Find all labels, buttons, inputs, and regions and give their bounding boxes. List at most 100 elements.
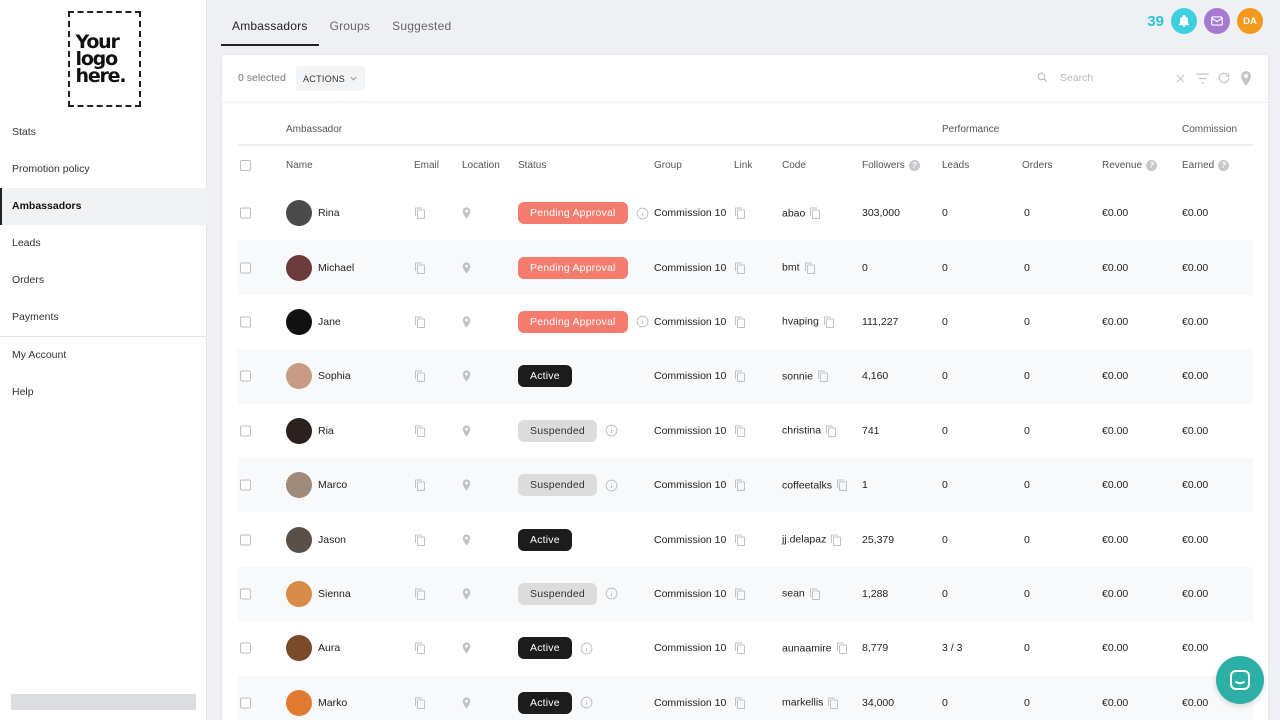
status-info-button[interactable]	[636, 315, 649, 328]
help-icon[interactable]: ?	[1218, 160, 1230, 171]
copy-email-button[interactable]	[414, 370, 426, 383]
copy-email-button[interactable]	[414, 642, 426, 655]
row-checkbox[interactable]	[240, 207, 251, 219]
copy-link-button[interactable]	[734, 261, 746, 274]
avatar[interactable]	[286, 526, 312, 553]
location-button[interactable]	[462, 642, 471, 654]
help-icon[interactable]: ?	[908, 160, 920, 171]
avatar[interactable]	[286, 363, 312, 390]
location-button[interactable]	[462, 316, 471, 328]
copy-code-button[interactable]	[830, 533, 842, 546]
sidebar-item-stats[interactable]: Stats	[0, 114, 207, 151]
location-button[interactable]	[462, 207, 471, 219]
row-checkbox[interactable]	[240, 534, 251, 546]
table-row[interactable]: Marko Active Commission 10 markellis 34,…	[238, 675, 1253, 720]
col-orders[interactable]: Orders	[1022, 160, 1053, 171]
sidebar-item-ambassadors[interactable]: Ambassadors	[0, 188, 207, 225]
location-button[interactable]	[462, 479, 471, 491]
ambassador-name[interactable]: Marco	[318, 479, 347, 491]
status-info-button[interactable]	[580, 696, 593, 709]
status-badge[interactable]: Active	[518, 365, 572, 388]
col-name[interactable]: Name	[286, 160, 313, 171]
location-button[interactable]	[462, 261, 471, 274]
help-icon[interactable]: ?	[1146, 160, 1158, 171]
row-checkbox[interactable]	[240, 588, 251, 600]
table-row[interactable]: Ria Suspended Commission 10 christina 74…	[238, 404, 1253, 458]
table-row[interactable]: Rina Pending Approval Commission 10 abao…	[238, 186, 1253, 240]
copy-code-button[interactable]	[825, 424, 837, 437]
sidebar-item-orders[interactable]: Orders	[0, 262, 207, 299]
col-revenue[interactable]: Revenue?	[1102, 160, 1158, 171]
notifications-button[interactable]	[1171, 8, 1197, 34]
location-button[interactable]	[462, 697, 471, 709]
refresh-button[interactable]	[1216, 70, 1232, 86]
copy-email-button[interactable]	[414, 315, 426, 328]
row-checkbox[interactable]	[240, 642, 251, 654]
copy-email-button[interactable]	[414, 479, 426, 492]
copy-code-button[interactable]	[809, 207, 821, 220]
copy-email-button[interactable]	[414, 261, 426, 274]
row-checkbox[interactable]	[240, 425, 251, 437]
copy-link-button[interactable]	[734, 587, 746, 600]
location-filter-button[interactable]	[1238, 70, 1254, 86]
copy-code-button[interactable]	[836, 642, 848, 655]
status-badge[interactable]: Active	[518, 637, 572, 660]
copy-link-button[interactable]	[734, 207, 746, 220]
avatar[interactable]	[286, 254, 312, 281]
ambassador-name[interactable]: Jane	[318, 316, 341, 328]
ambassador-name[interactable]: Michael	[318, 262, 354, 274]
copy-email-button[interactable]	[414, 533, 426, 546]
col-location[interactable]: Location	[462, 160, 500, 171]
actions-dropdown[interactable]: ACTIONS	[296, 66, 366, 91]
copy-link-button[interactable]	[734, 370, 746, 383]
status-badge[interactable]: Suspended	[518, 582, 597, 605]
ambassador-name[interactable]: Marko	[318, 697, 347, 709]
status-info-button[interactable]	[636, 207, 649, 220]
avatar[interactable]	[286, 472, 312, 499]
col-status[interactable]: Status	[518, 160, 546, 171]
status-info-button[interactable]	[605, 424, 618, 437]
location-button[interactable]	[462, 588, 471, 600]
col-group[interactable]: Group	[654, 160, 682, 171]
status-info-button[interactable]	[605, 587, 618, 600]
location-button[interactable]	[462, 370, 471, 382]
status-info-button[interactable]	[605, 479, 618, 492]
ambassador-name[interactable]: Sienna	[318, 588, 351, 600]
chat-button[interactable]	[1216, 656, 1264, 704]
ambassador-name[interactable]: Ria	[318, 425, 334, 437]
col-email[interactable]: Email	[414, 160, 439, 171]
table-row[interactable]: Jane Pending Approval Commission 10 hvap…	[238, 295, 1253, 349]
copy-email-button[interactable]	[414, 587, 426, 600]
tab-suggested[interactable]: Suggested	[381, 0, 462, 46]
row-checkbox[interactable]	[240, 479, 251, 491]
status-badge[interactable]: Suspended	[518, 474, 597, 497]
table-row[interactable]: Jason Active Commission 10 jj.delapaz 25…	[238, 512, 1253, 566]
status-info-button[interactable]	[580, 642, 593, 655]
status-badge[interactable]: Suspended	[518, 419, 597, 442]
copy-code-button[interactable]	[836, 479, 848, 492]
ambassador-name[interactable]: Aura	[318, 642, 340, 654]
table-row[interactable]: Sienna Suspended Commission 10 sean 1,28…	[238, 566, 1253, 622]
copy-code-button[interactable]	[817, 370, 829, 383]
avatar[interactable]	[286, 417, 312, 444]
logo[interactable]: Your logo here.	[68, 11, 141, 107]
copy-code-button[interactable]	[823, 315, 835, 328]
tab-groups[interactable]: Groups	[319, 0, 382, 46]
status-badge[interactable]: Pending Approval	[518, 310, 628, 333]
ambassador-name[interactable]: Jason	[318, 534, 346, 546]
row-checkbox[interactable]	[240, 316, 251, 328]
col-link[interactable]: Link	[734, 160, 752, 171]
status-badge[interactable]: Active	[518, 691, 572, 714]
table-row[interactable]: Aura Active Commission 10 aunaamire 8,77…	[238, 621, 1253, 675]
row-checkbox[interactable]	[240, 370, 251, 382]
sidebar-item-leads[interactable]: Leads	[0, 225, 207, 262]
row-checkbox[interactable]	[240, 262, 251, 274]
avatar[interactable]	[286, 635, 312, 662]
copy-link-button[interactable]	[734, 315, 746, 328]
filter-button[interactable]	[1194, 70, 1210, 86]
copy-link-button[interactable]	[734, 479, 746, 492]
avatar[interactable]	[286, 689, 312, 716]
col-leads[interactable]: Leads	[942, 160, 969, 171]
copy-link-button[interactable]	[734, 642, 746, 655]
avatar[interactable]	[286, 200, 312, 227]
